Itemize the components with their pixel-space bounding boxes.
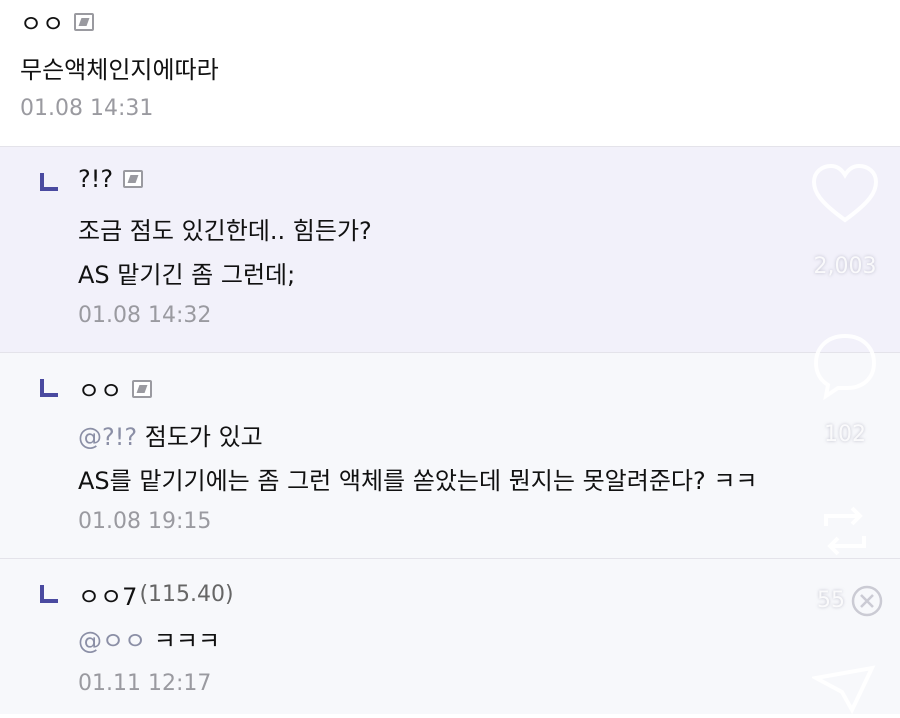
comment-button[interactable]: [810, 330, 880, 404]
heart-icon: [811, 163, 879, 223]
speech-bubble-icon: [813, 333, 877, 401]
close-circle-icon: [851, 585, 883, 617]
send-icon: [809, 665, 876, 715]
share-button[interactable]: [812, 498, 878, 568]
comment-text-line-2: AS를 맡기기에는 좀 그런 액체를 쏟았는데 뭔지는 못알려준다? ㅋㅋ: [78, 467, 758, 495]
comment-date: 01.08 14:32: [78, 303, 212, 328]
reply-arrow-icon: [40, 173, 58, 191]
close-button[interactable]: [850, 584, 884, 622]
reply-arrow-icon: [40, 585, 58, 603]
repost-icon: [824, 506, 866, 556]
comment-author[interactable]: ㅇㅇ7 (115.40): [78, 577, 234, 612]
comment-author[interactable]: ㅇㅇ: [78, 371, 153, 406]
reply-item: ㅇㅇ7 (115.40) @ㅇㅇ ㅋㅋㅋ 01.11 12:17: [0, 558, 900, 714]
comment-text: 무슨액체인지에따라: [20, 56, 219, 84]
fixed-nick-badge-icon: [123, 170, 144, 188]
reply-arrow-icon: [40, 379, 58, 397]
send-button[interactable]: [809, 664, 878, 718]
comment-item: ㅇㅇ 무슨액체인지에따라 01.08 14:31: [0, 0, 900, 146]
author-name[interactable]: ㅇㅇ7: [78, 577, 137, 612]
mention-link[interactable]: @ㅇㅇ: [78, 627, 146, 655]
comment-date: 01.08 14:31: [20, 96, 154, 121]
comment-date: 01.11 12:17: [78, 671, 212, 696]
author-ip: (115.40): [139, 582, 234, 607]
author-name[interactable]: ㅇㅇ: [78, 371, 122, 406]
author-name[interactable]: ?!?: [78, 165, 113, 193]
reply-item: ㅇㅇ @?!? 점도가 있고 AS를 맡기기에는 좀 그런 액체를 쏟았는데 뭔…: [0, 352, 900, 558]
fixed-nick-badge-icon: [132, 379, 153, 398]
comment-author[interactable]: ㅇㅇ: [20, 4, 95, 39]
comment-author[interactable]: ?!?: [78, 165, 144, 193]
mention-link[interactable]: @?!?: [78, 423, 137, 451]
fixed-nick-badge-icon: [74, 12, 95, 31]
comment-text-rest: 점도가 있고: [137, 423, 263, 451]
comment-text: @ㅇㅇ ㅋㅋㅋ: [78, 619, 220, 663]
comment-text-rest: ㅋㅋㅋ: [146, 627, 221, 655]
comment-text-line-2: AS 맡기긴 좀 그런데;: [78, 261, 296, 289]
comment-date: 01.08 19:15: [78, 509, 212, 534]
comment-text-line-1: @?!? 점도가 있고: [78, 415, 263, 459]
comment-text-line-1: 조금 점도 있긴한데.. 힘든가?: [78, 217, 372, 245]
author-name[interactable]: ㅇㅇ: [20, 4, 64, 39]
reply-item: ?!? 조금 점도 있긴한데.. 힘든가? AS 맡기긴 좀 그런데; 01.0…: [0, 146, 900, 352]
like-button[interactable]: [810, 162, 880, 230]
